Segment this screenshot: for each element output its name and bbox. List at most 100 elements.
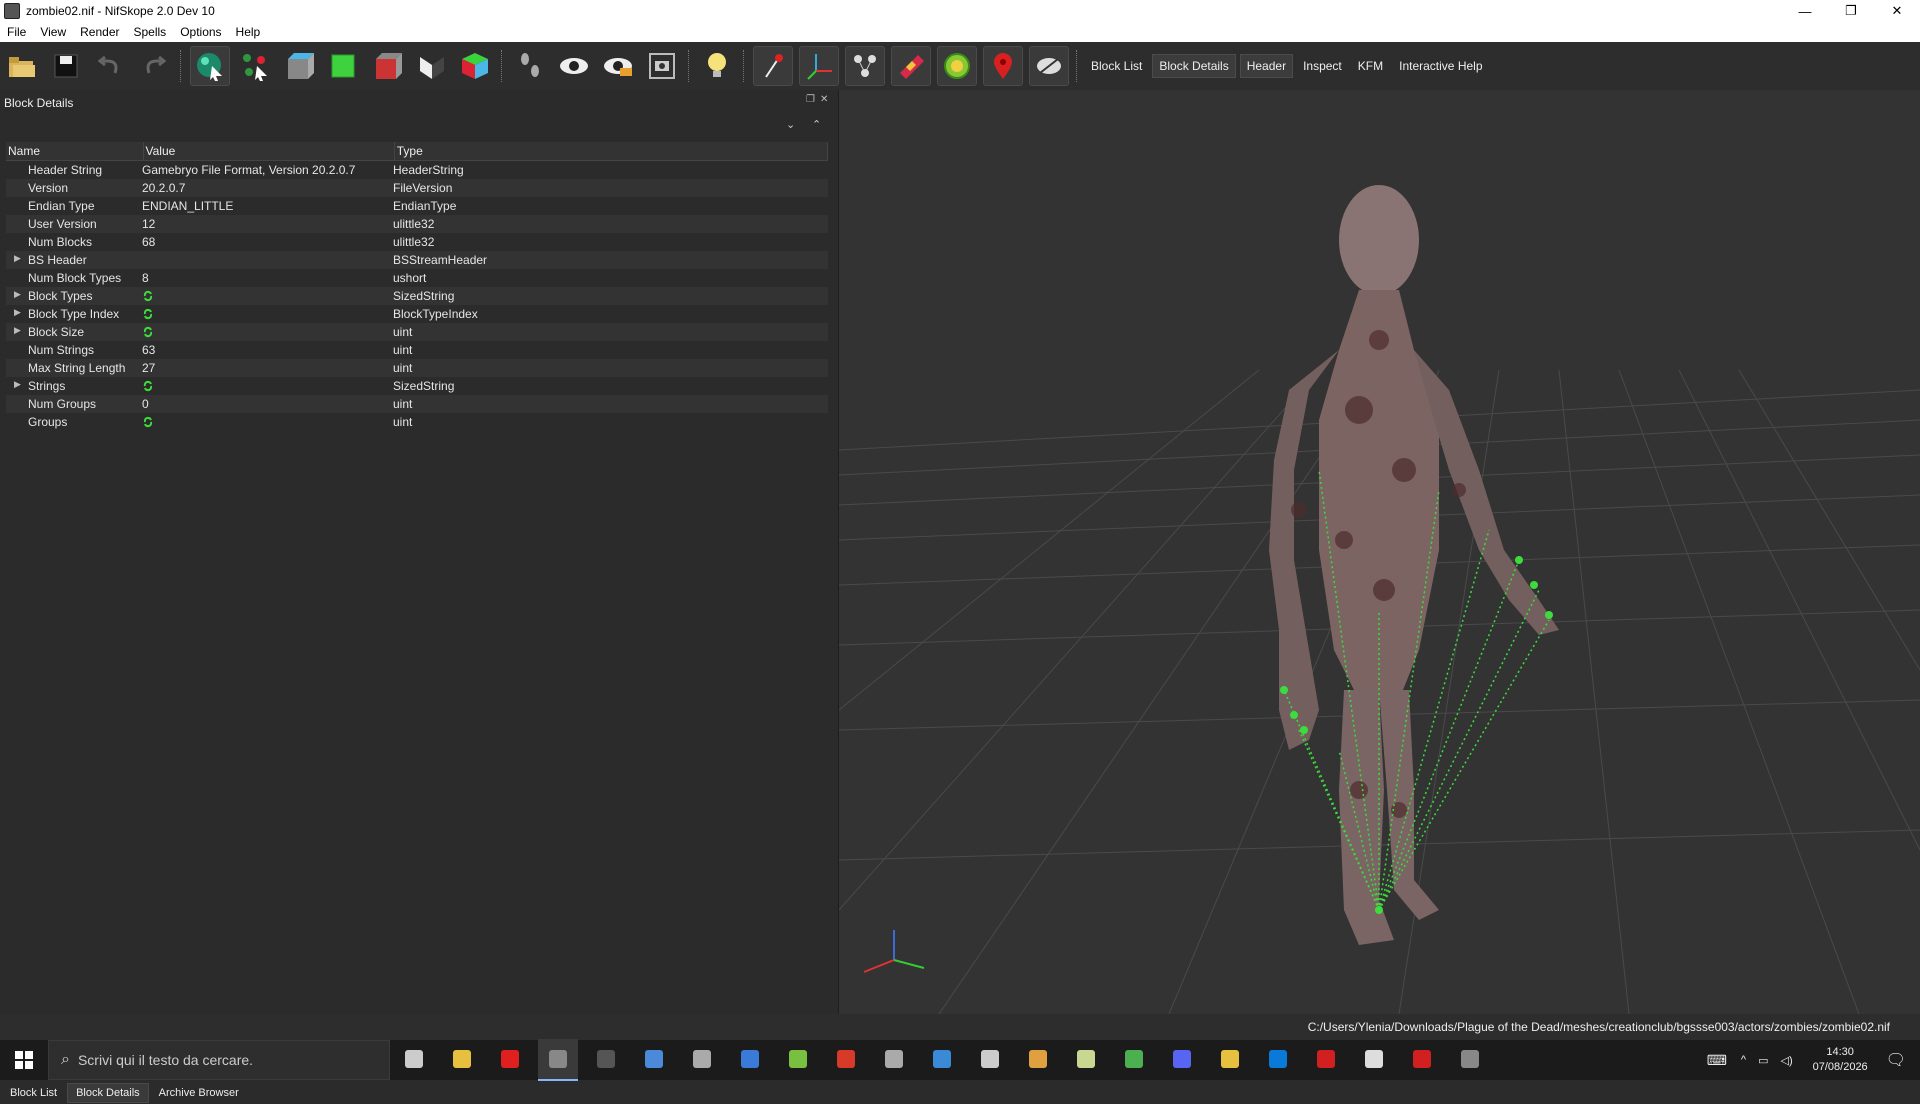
calendar-icon[interactable] <box>970 1039 1010 1079</box>
undo-icon[interactable] <box>91 47 129 85</box>
table-row[interactable]: Header String Gamebryo File Format, Versi… <box>6 161 828 179</box>
table-row[interactable]: Num Strings 63 uint <box>6 341 828 359</box>
viewport-scene[interactable] <box>839 90 1920 1014</box>
table-row[interactable]: Version 20.2.0.7 FileVersion <box>6 179 828 197</box>
zombie-model[interactable] <box>1269 185 1559 945</box>
close-button[interactable]: ✕ <box>1874 0 1920 22</box>
axes-icon[interactable] <box>799 46 839 86</box>
vscode-icon[interactable] <box>1258 1039 1298 1079</box>
volume-icon[interactable]: ◁) <box>1781 1054 1793 1067</box>
close-panel-icon[interactable]: ✕ <box>820 94 828 105</box>
table-row[interactable]: Num Blocks 68 ulittle32 <box>6 233 828 251</box>
taskbar-search[interactable]: ⌕ Scrivi qui il testo da cercare. <box>48 1040 390 1080</box>
game-icon[interactable] <box>682 1039 722 1079</box>
render-viewport[interactable] <box>839 90 1920 1014</box>
array-link-icon[interactable] <box>142 290 154 302</box>
expand-icon[interactable]: ⌃ <box>812 118 821 131</box>
record-icon[interactable] <box>1402 1039 1442 1079</box>
cell-value[interactable]: 27 <box>142 361 393 375</box>
nodes-icon[interactable] <box>845 46 885 86</box>
redo-icon[interactable] <box>135 47 173 85</box>
bottom-tab-archive-browser[interactable]: Archive Browser <box>151 1084 247 1102</box>
cell-value[interactable] <box>142 325 393 340</box>
screenshot-icon[interactable] <box>643 47 681 85</box>
expand-arrow-icon[interactable]: ▶ <box>14 379 21 390</box>
keyboard-icon[interactable]: ⌨ <box>1707 1052 1727 1069</box>
tool-icon[interactable] <box>1306 1039 1346 1079</box>
table-row[interactable]: ▶ Strings SizedString <box>6 377 828 395</box>
minimize-button[interactable]: — <box>1782 0 1828 22</box>
table-row[interactable]: Num Groups 0 uint <box>6 395 828 413</box>
table-row[interactable]: ▶ Block Type Index BlockTypeIndex <box>6 305 828 323</box>
menu-options[interactable]: Options <box>173 25 228 39</box>
cell-value[interactable]: 0 <box>142 397 393 411</box>
table-row[interactable]: User Version 12 ulittle32 <box>6 215 828 233</box>
tab-kfm[interactable]: KFM <box>1352 55 1389 77</box>
creature-icon[interactable] <box>1018 1039 1058 1079</box>
menu-spells[interactable]: Spells <box>127 25 174 39</box>
grid-icon[interactable] <box>1354 1039 1394 1079</box>
folder-map-icon[interactable] <box>1066 1039 1106 1079</box>
array-link-icon[interactable] <box>142 326 154 338</box>
cell-value[interactable]: 8 <box>142 271 393 285</box>
select-vertex-icon[interactable] <box>236 47 274 85</box>
tab-interactive-help[interactable]: Interactive Help <box>1393 55 1488 77</box>
array-link-icon[interactable] <box>142 416 154 428</box>
select-object-icon[interactable] <box>190 46 230 86</box>
column-type[interactable]: Type <box>395 142 828 160</box>
open-icon[interactable] <box>3 47 41 85</box>
cell-value[interactable]: Gamebryo File Format, Version 20.2.0.7 <box>142 163 393 177</box>
table-row[interactable]: Endian Type ENDIAN_LITTLE EndianType <box>6 197 828 215</box>
bottom-tab-block-list[interactable]: Block List <box>2 1084 65 1102</box>
eye-toggle-icon[interactable] <box>599 47 637 85</box>
array-link-icon[interactable] <box>142 380 154 392</box>
maximize-button[interactable]: ❐ <box>1828 0 1874 22</box>
window-icon[interactable] <box>922 1039 962 1079</box>
pen-icon[interactable] <box>634 1039 674 1079</box>
cell-value[interactable] <box>142 415 393 430</box>
expand-arrow-icon[interactable]: ▶ <box>14 325 21 336</box>
store-icon[interactable] <box>730 1039 770 1079</box>
folder-icon[interactable] <box>1210 1039 1250 1079</box>
hidden-icon[interactable] <box>1029 46 1069 86</box>
column-name[interactable]: Name <box>6 142 144 160</box>
view-top-icon[interactable] <box>324 47 362 85</box>
view-side-icon[interactable] <box>368 47 406 85</box>
nifskope-icon[interactable] <box>538 1039 578 1081</box>
tab-inspect[interactable]: Inspect <box>1297 55 1348 77</box>
pin-icon[interactable] <box>753 46 793 86</box>
tab-header[interactable]: Header <box>1239 54 1294 78</box>
filezilla-icon[interactable] <box>826 1039 866 1079</box>
cell-value[interactable]: 63 <box>142 343 393 357</box>
table-row[interactable]: Groups uint <box>6 413 828 431</box>
arrow-icon[interactable] <box>874 1039 914 1079</box>
notepad-icon[interactable] <box>778 1039 818 1079</box>
walk-icon[interactable] <box>511 47 549 85</box>
array-link-icon[interactable] <box>142 308 154 320</box>
cell-value[interactable]: 12 <box>142 217 393 231</box>
eye-icon[interactable] <box>555 47 593 85</box>
marker-icon[interactable] <box>983 46 1023 86</box>
menu-file[interactable]: File <box>0 25 33 39</box>
textures-icon[interactable] <box>937 46 977 86</box>
save-icon[interactable] <box>47 47 85 85</box>
table-row[interactable]: ▶ Block Types SizedString <box>6 287 828 305</box>
light-icon[interactable] <box>698 47 736 85</box>
table-row[interactable]: ▶ BS Header BSStreamHeader <box>6 251 828 269</box>
discord-icon[interactable] <box>1162 1039 1202 1079</box>
tab-block-list[interactable]: Block List <box>1085 55 1148 77</box>
table-row[interactable]: Num Block Types 8 ushort <box>6 269 828 287</box>
havok-icon[interactable] <box>891 46 931 86</box>
settings-icon[interactable] <box>1450 1039 1490 1079</box>
column-value[interactable]: Value <box>144 142 395 160</box>
tray-chevron-icon[interactable]: ^ <box>1741 1054 1746 1066</box>
terminal-icon[interactable] <box>586 1039 626 1079</box>
opera-icon[interactable] <box>490 1039 530 1079</box>
bottom-tab-block-details[interactable]: Block Details <box>67 1083 149 1103</box>
cell-value[interactable] <box>142 307 393 322</box>
expand-arrow-icon[interactable]: ▶ <box>14 289 21 300</box>
task-view-icon[interactable] <box>394 1039 434 1079</box>
view-front-icon[interactable] <box>280 47 318 85</box>
float-icon[interactable]: ❐ <box>806 94 815 105</box>
cell-value[interactable]: ENDIAN_LITTLE <box>142 199 393 213</box>
